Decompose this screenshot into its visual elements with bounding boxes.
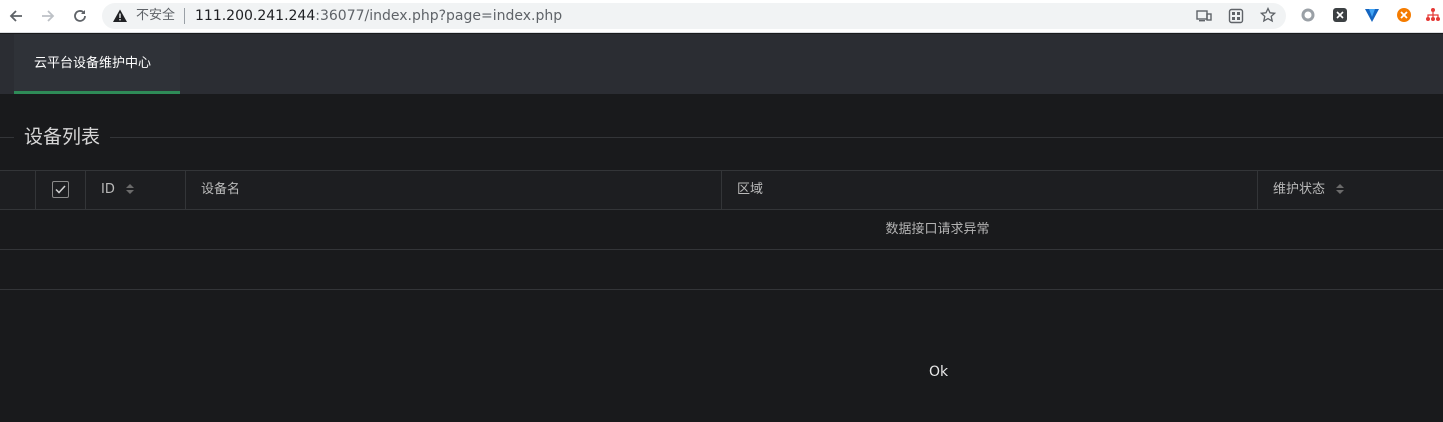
qr-code-icon[interactable] (1228, 8, 1244, 24)
table-header: ID 设备名 区域 维护状态 (0, 170, 1443, 210)
select-all-checkbox[interactable] (52, 181, 69, 198)
back-icon[interactable] (5, 5, 27, 27)
page-title: 设备列表 (14, 124, 111, 150)
separator (184, 8, 185, 24)
extension-tree-icon[interactable] (1425, 7, 1441, 23)
extension-orange-icon[interactable] (1396, 7, 1412, 23)
header-spacer (0, 171, 36, 209)
app-header: 云平台设备维护中心 (0, 34, 1443, 94)
column-header-status[interactable]: 维护状态 (1258, 171, 1443, 209)
extension-v-icon[interactable] (1364, 7, 1380, 23)
address-bar[interactable]: 不安全 111.200.241.244:36077/index.php?page… (102, 3, 1286, 29)
forward-icon[interactable] (37, 5, 59, 27)
table-row (0, 250, 1443, 290)
cast-icon[interactable] (1196, 8, 1212, 24)
url-path: :36077/index.php?page=index.php (315, 8, 563, 24)
column-header-region[interactable]: 区域 (722, 171, 1258, 209)
security-label[interactable]: 不安全 (136, 8, 175, 24)
device-table: ID 设备名 区域 维护状态 数据接口请求异常 (0, 170, 1443, 290)
column-header-id[interactable]: ID (86, 171, 186, 209)
table-row: 数据接口请求异常 (0, 210, 1443, 250)
sort-icon[interactable] (1335, 183, 1345, 195)
column-label-status: 维护状态 (1273, 182, 1326, 197)
empty-message: 数据接口请求异常 (885, 222, 990, 237)
column-header-device-name[interactable]: 设备名 (186, 171, 722, 209)
section-divider (0, 137, 1443, 138)
browser-toolbar: 不安全 111.200.241.244:36077/index.php?page… (0, 0, 1443, 33)
column-label-id: ID (101, 182, 115, 197)
ok-text: Ok (929, 364, 949, 380)
warning-icon[interactable] (112, 8, 128, 24)
header-checkbox-cell (36, 171, 86, 209)
column-label-region: 区域 (737, 182, 764, 197)
url-text[interactable]: 111.200.241.244:36077/index.php?page=ind… (195, 8, 562, 24)
nav-tab-device-center[interactable]: 云平台设备维护中心 (14, 34, 180, 94)
star-icon[interactable] (1259, 6, 1277, 23)
extension-circle-icon[interactable] (1300, 7, 1316, 23)
url-host: 111.200.241.244 (195, 8, 316, 24)
extension-x-icon[interactable] (1332, 7, 1348, 23)
check-icon (55, 185, 66, 194)
column-label-device-name: 设备名 (201, 182, 241, 197)
sort-icon[interactable] (125, 183, 135, 195)
reload-icon[interactable] (69, 5, 91, 27)
